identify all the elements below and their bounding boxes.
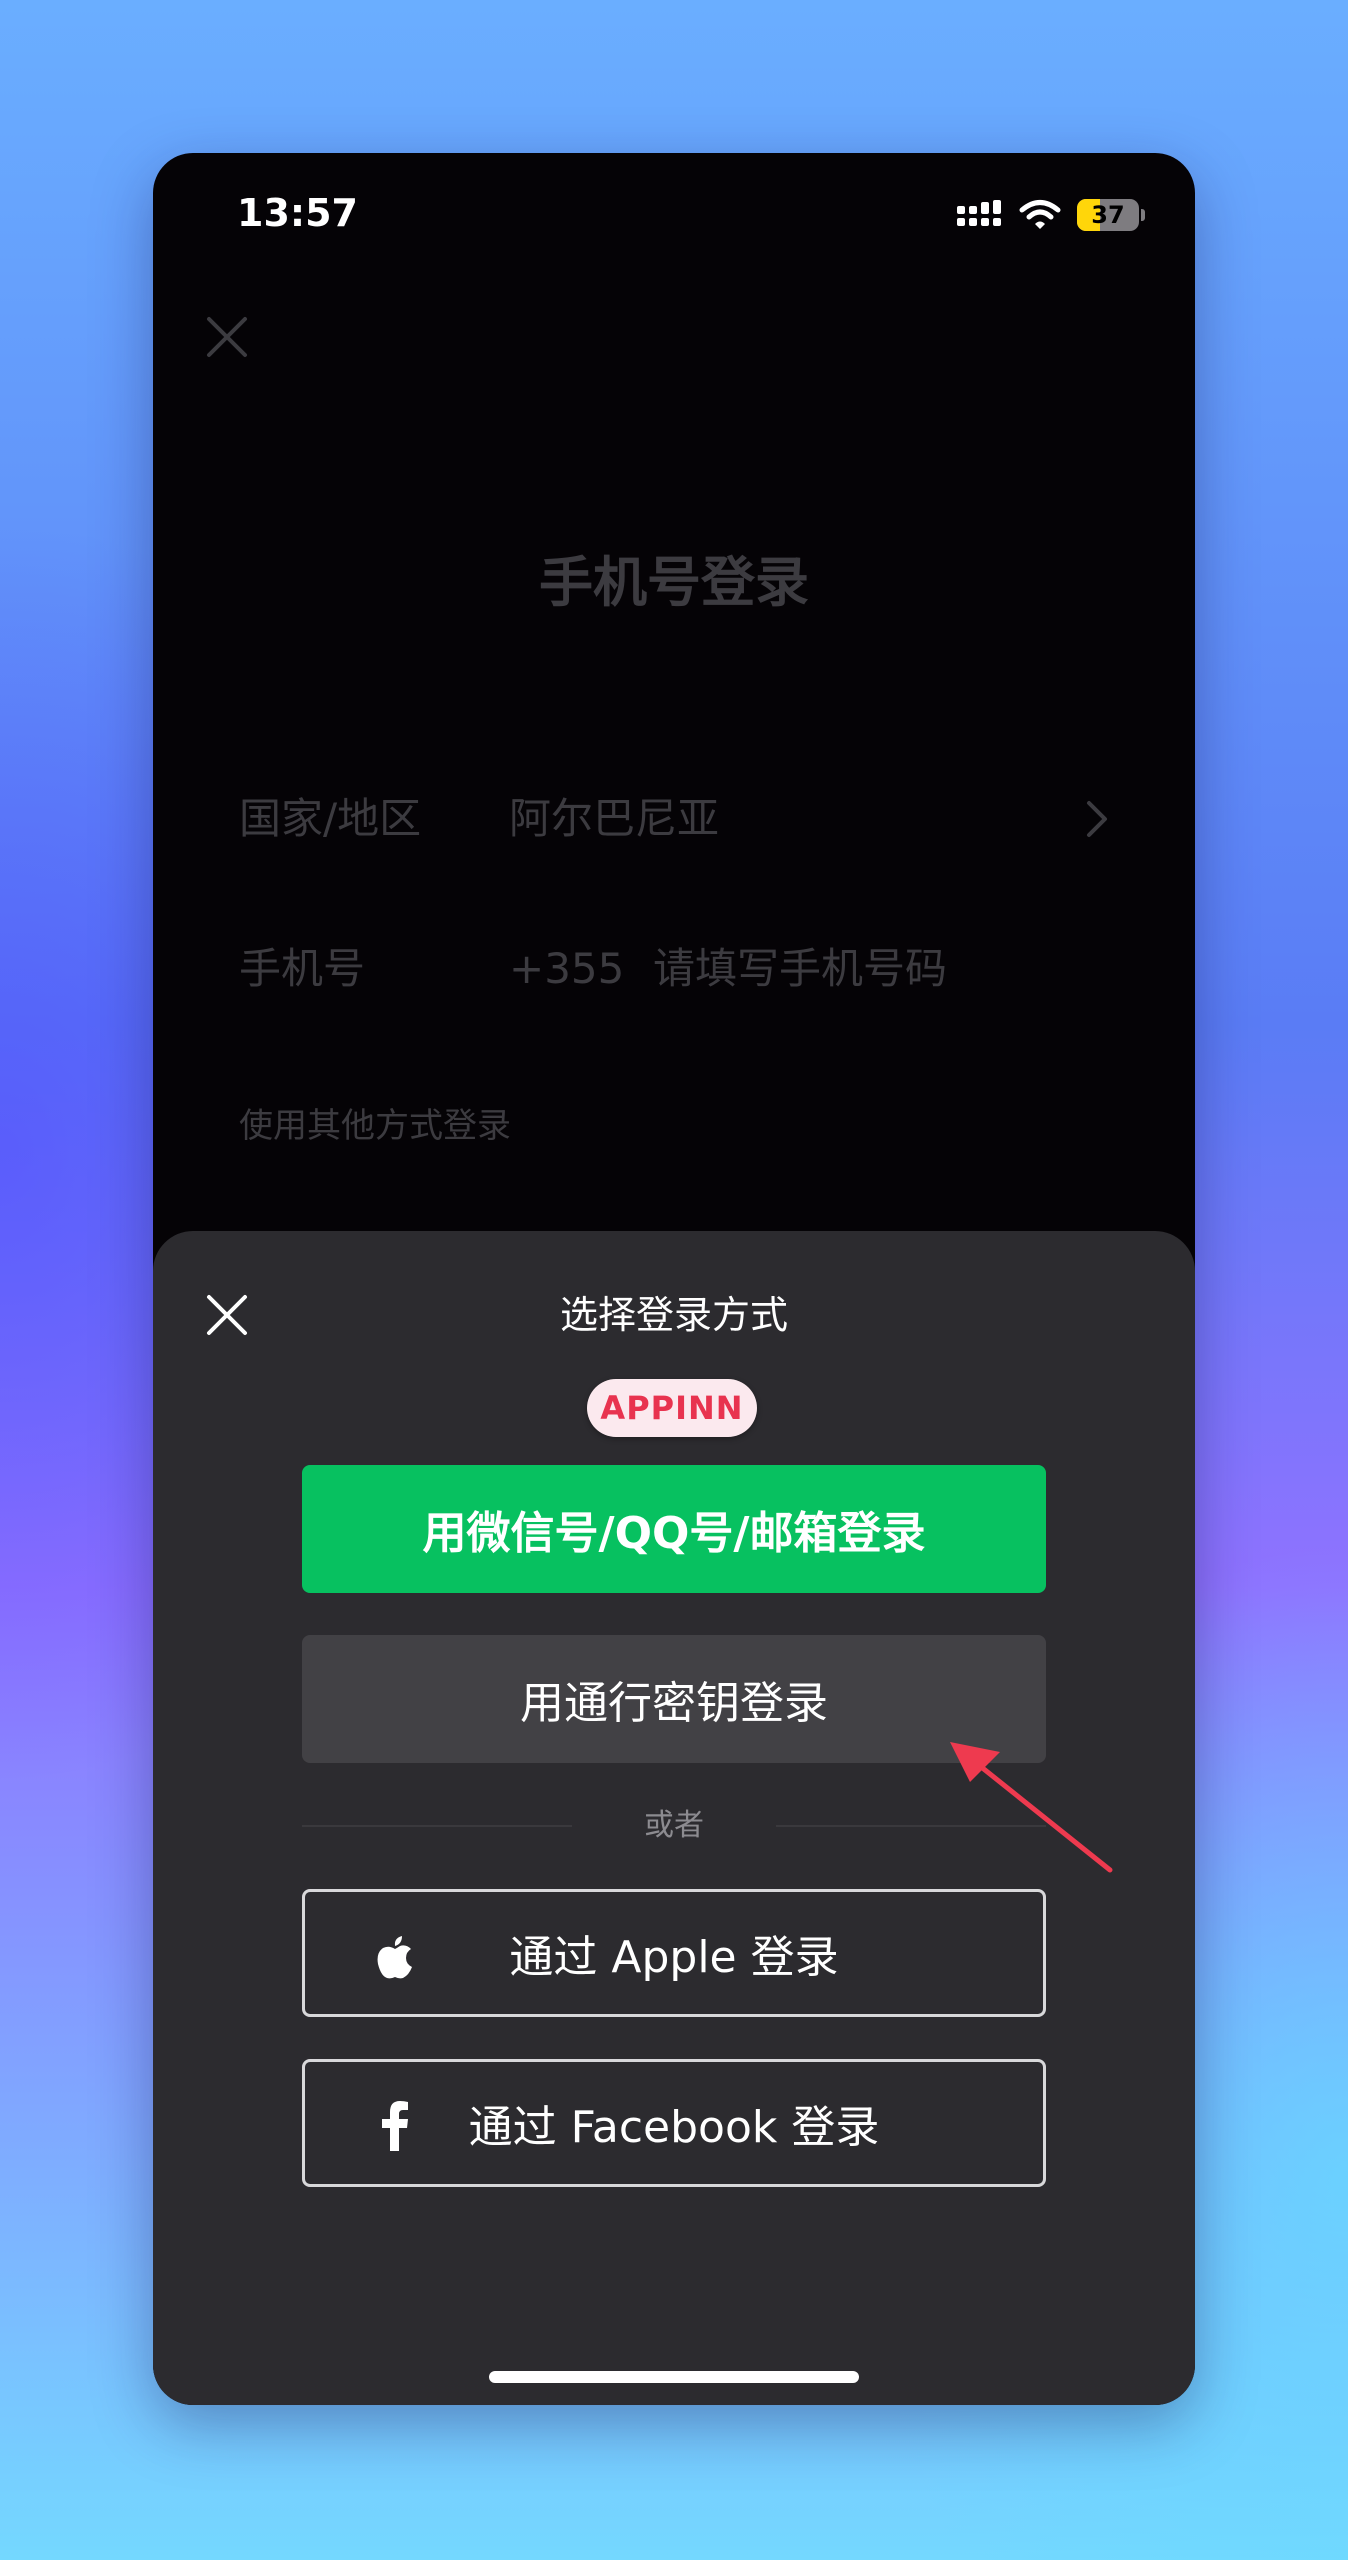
country-label: 国家/地区 xyxy=(239,794,422,843)
phone-label: 手机号 xyxy=(239,944,366,993)
appinn-watermark-badge: APPINN xyxy=(587,1379,757,1437)
status-time: 13:57 xyxy=(237,191,358,235)
other-login-link[interactable]: 使用其他方式登录 xyxy=(239,1101,511,1151)
battery-icon: 37 xyxy=(1077,199,1139,231)
sheet-title: 选择登录方式 xyxy=(559,1293,788,1337)
chevron-right-icon[interactable] xyxy=(1083,797,1113,841)
close-icon[interactable] xyxy=(203,313,251,361)
page-title: 手机号登录 xyxy=(539,551,809,614)
facebook-icon xyxy=(365,2096,425,2156)
battery-nub xyxy=(1141,209,1145,221)
wechat-login-button[interactable]: 用微信号/QQ号/邮箱登录 xyxy=(302,1465,1046,1593)
country-value[interactable]: 阿尔巴尼亚 xyxy=(509,789,719,849)
facebook-login-button[interactable]: 通过 Facebook 登录 xyxy=(302,2059,1046,2187)
phone-input[interactable]: 请填写手机号码 xyxy=(653,939,947,999)
phone-screen: 13:57 37 手机号登录 国家/地区 阿尔巴尼亚 手机号 +355 请填写手… xyxy=(153,153,1195,2405)
facebook-login-label: 通过 Facebook 登录 xyxy=(468,2102,880,2153)
wifi-icon xyxy=(1019,200,1061,229)
status-icons: 37 xyxy=(955,199,1145,231)
home-indicator[interactable] xyxy=(489,2371,859,2383)
phone-country-code: +355 xyxy=(509,944,625,993)
battery-level: 37 xyxy=(1091,201,1125,229)
cellular-signal-icon xyxy=(957,200,1001,226)
annotation-arrow-icon xyxy=(950,1742,1113,1873)
apple-icon xyxy=(365,1926,425,1986)
apple-login-button[interactable]: 通过 Apple 登录 xyxy=(302,1889,1046,2017)
apple-login-label: 通过 Apple 登录 xyxy=(509,1932,839,1983)
